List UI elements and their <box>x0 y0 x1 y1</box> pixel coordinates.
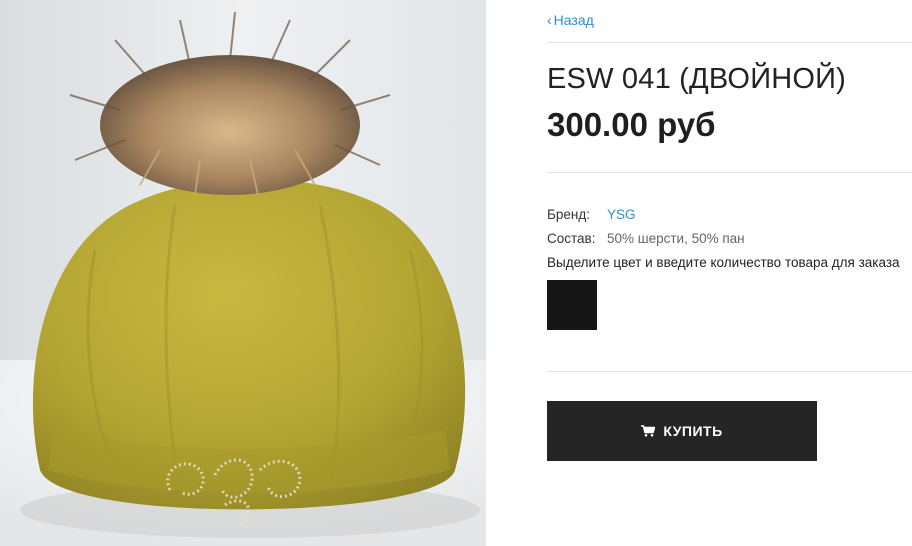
divider <box>547 172 912 173</box>
product-page: ‹ Назад ESW 041 (ДВОЙНОЙ) 300.00 руб Брен… <box>0 0 912 546</box>
back-label: Назад <box>553 12 594 28</box>
divider <box>547 42 912 43</box>
spec-composition-value: 50% шерсти, 50% пан <box>607 231 745 246</box>
spec-brand-label: Бренд: <box>547 207 590 222</box>
product-title: ESW 041 (ДВОЙНОЙ) <box>547 63 847 95</box>
buy-button[interactable]: КУПИТЬ <box>547 401 817 461</box>
product-price: 300.00 руб <box>547 106 716 143</box>
buy-label: КУПИТЬ <box>663 423 723 439</box>
chevron-left-icon: ‹ <box>547 12 552 28</box>
brand-link[interactable]: YSG <box>607 207 636 222</box>
color-hint: Выделите цвет и введите количество товар… <box>547 255 900 270</box>
spec-brand: Бренд: YSG <box>547 207 636 222</box>
spec-composition-label: Состав: <box>547 231 596 246</box>
back-link[interactable]: ‹ Назад <box>547 12 594 28</box>
product-info: ‹ Назад ESW 041 (ДВОЙНОЙ) 300.00 руб Брен… <box>547 0 912 546</box>
spec-composition: Состав: 50% шерсти, 50% пан <box>547 231 745 246</box>
divider <box>547 371 912 372</box>
cart-icon <box>641 425 656 437</box>
color-swatch-black[interactable] <box>547 280 597 330</box>
product-image <box>0 0 486 546</box>
